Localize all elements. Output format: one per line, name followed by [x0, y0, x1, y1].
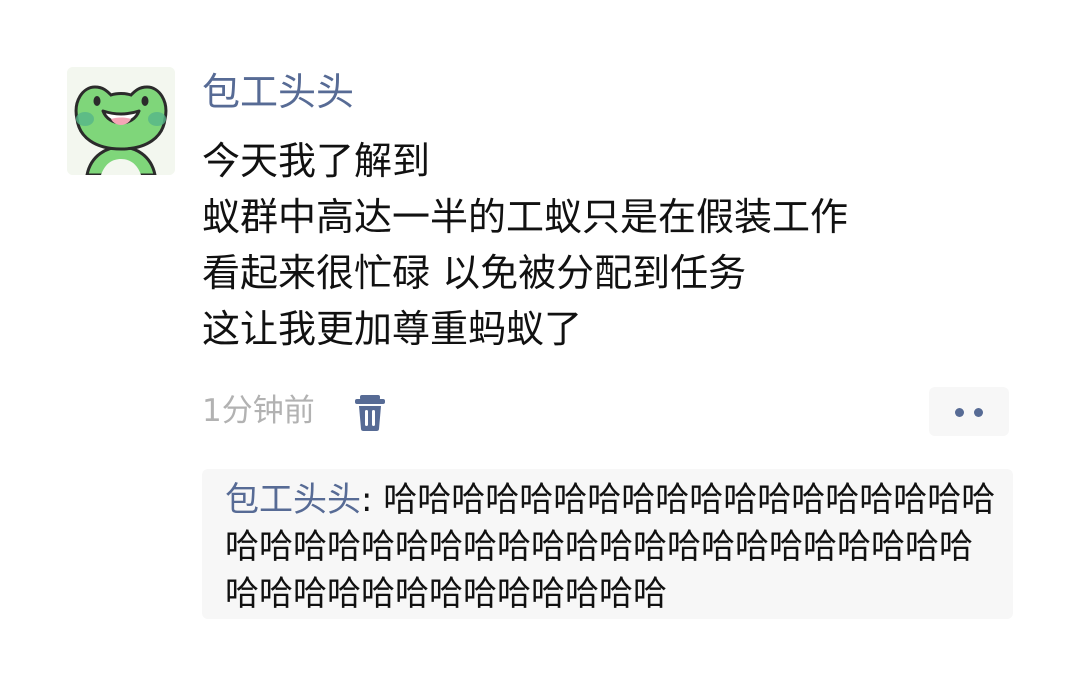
post-line: 今天我了解到	[202, 139, 431, 183]
comment-item[interactable]: 包工头头: 哈哈哈哈哈哈哈哈哈哈哈哈哈哈哈哈哈哈哈哈哈哈哈哈哈哈哈哈哈哈哈哈哈哈…	[225, 477, 1000, 618]
post-content: 今天我了解到 蚁群中高达一半的工蚁只是在假装工作 看起来很忙碌 以免被分配到任务…	[202, 133, 1022, 357]
comments-panel: 包工头头: 哈哈哈哈哈哈哈哈哈哈哈哈哈哈哈哈哈哈哈哈哈哈哈哈哈哈哈哈哈哈哈哈哈哈…	[202, 469, 1013, 619]
comment-author-name[interactable]: 包工头头	[225, 480, 361, 520]
delete-button[interactable]	[353, 394, 387, 432]
dot-icon	[974, 408, 983, 417]
post-line: 看起来很忙碌 以免被分配到任务	[202, 251, 747, 295]
comment-separator: :	[361, 480, 384, 520]
post-author-name[interactable]: 包工头头	[202, 66, 354, 118]
frog-avatar-icon	[67, 67, 175, 175]
dot-icon	[955, 408, 964, 417]
post-line: 蚁群中高达一半的工蚁只是在假装工作	[202, 195, 849, 239]
post-timestamp: 1分钟前	[202, 393, 315, 429]
post-line: 这让我更加尊重蚂蚁了	[202, 307, 583, 351]
avatar[interactable]	[67, 67, 175, 175]
trash-icon	[355, 395, 385, 431]
more-actions-button[interactable]	[929, 387, 1009, 436]
